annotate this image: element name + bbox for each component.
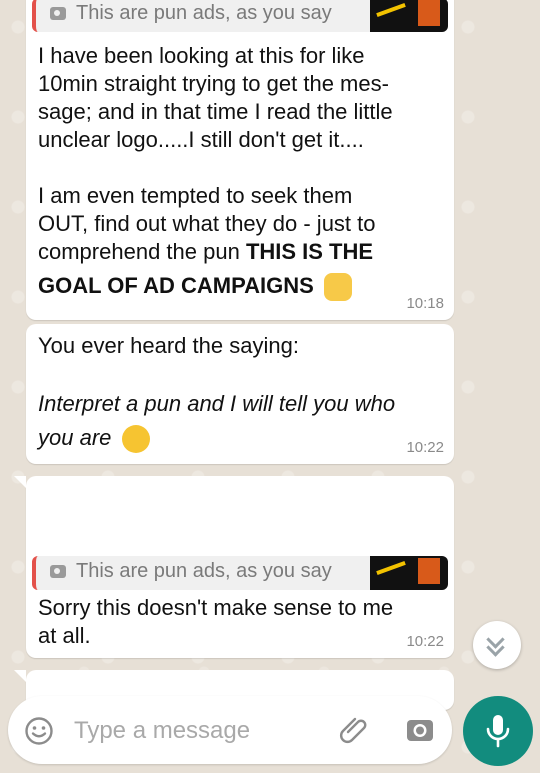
message-line: I have been looking at this for like	[38, 43, 365, 68]
message-composer	[8, 696, 452, 764]
message-time: 10:22	[406, 439, 444, 456]
message-bubble[interactable]: This are pun ads, as you say I have been…	[26, 0, 454, 320]
message-bold-text: GOAL OF AD CAMPAIGNS	[38, 273, 314, 298]
message-line: at all.	[38, 623, 91, 648]
message-line	[38, 154, 442, 182]
bubble-tail	[14, 476, 26, 488]
message-time: 10:22	[406, 633, 444, 650]
quoted-thumbnail	[370, 0, 448, 32]
quoted-text: This are pun ads, as you say	[76, 2, 332, 24]
message-line: GOAL OF AD CAMPAIGNS	[38, 272, 442, 302]
camera-icon[interactable]	[404, 714, 436, 751]
quoted-text: This are pun ads, as you say	[76, 560, 332, 582]
message-bubble[interactable]: This are pun ads, as you say Sorry this …	[14, 476, 454, 658]
message-line: comprehend the pun THIS IS THE	[38, 238, 442, 266]
paperclip-icon[interactable]	[338, 714, 370, 751]
message-line: you are	[38, 424, 442, 454]
scroll-to-bottom-button[interactable]	[473, 621, 521, 669]
message-line: Interpret a pun and I will tell you who	[38, 391, 396, 416]
message-line: 10min straight trying to get the mes-	[38, 71, 389, 96]
message-input[interactable]	[72, 712, 326, 750]
mic-button[interactable]	[463, 696, 533, 766]
quoted-message[interactable]: This are pun ads, as you say	[32, 556, 448, 590]
victory-hand-icon	[323, 273, 352, 302]
message-bold-text: THIS IS THE	[245, 239, 374, 264]
quoted-thumbnail	[370, 556, 448, 590]
mic-icon	[485, 713, 511, 754]
camera-icon	[50, 7, 66, 20]
message-bubble[interactable]: You ever heard the saying: Interpret a p…	[26, 324, 454, 464]
quoted-message[interactable]: This are pun ads, as you say	[32, 0, 448, 32]
message-line: You ever heard the saying:	[38, 333, 299, 358]
message-line: Sorry this doesn't make sense to me	[38, 595, 394, 620]
message-line: OUT, find out what they do - just to	[38, 211, 376, 236]
rolling-on-floor-laughing-icon	[121, 425, 150, 454]
camera-icon	[50, 565, 66, 578]
message-line: I am even tempted to seek them	[38, 183, 353, 208]
message-time: 10:18	[406, 295, 444, 312]
message-text: comprehend the pun	[38, 239, 246, 264]
smiley-icon[interactable]	[24, 716, 54, 751]
bubble-tail	[14, 670, 26, 682]
message-line: sage; and in that time I read the little	[38, 99, 393, 124]
message-line: unclear logo.....I still don't get it...…	[38, 127, 364, 152]
